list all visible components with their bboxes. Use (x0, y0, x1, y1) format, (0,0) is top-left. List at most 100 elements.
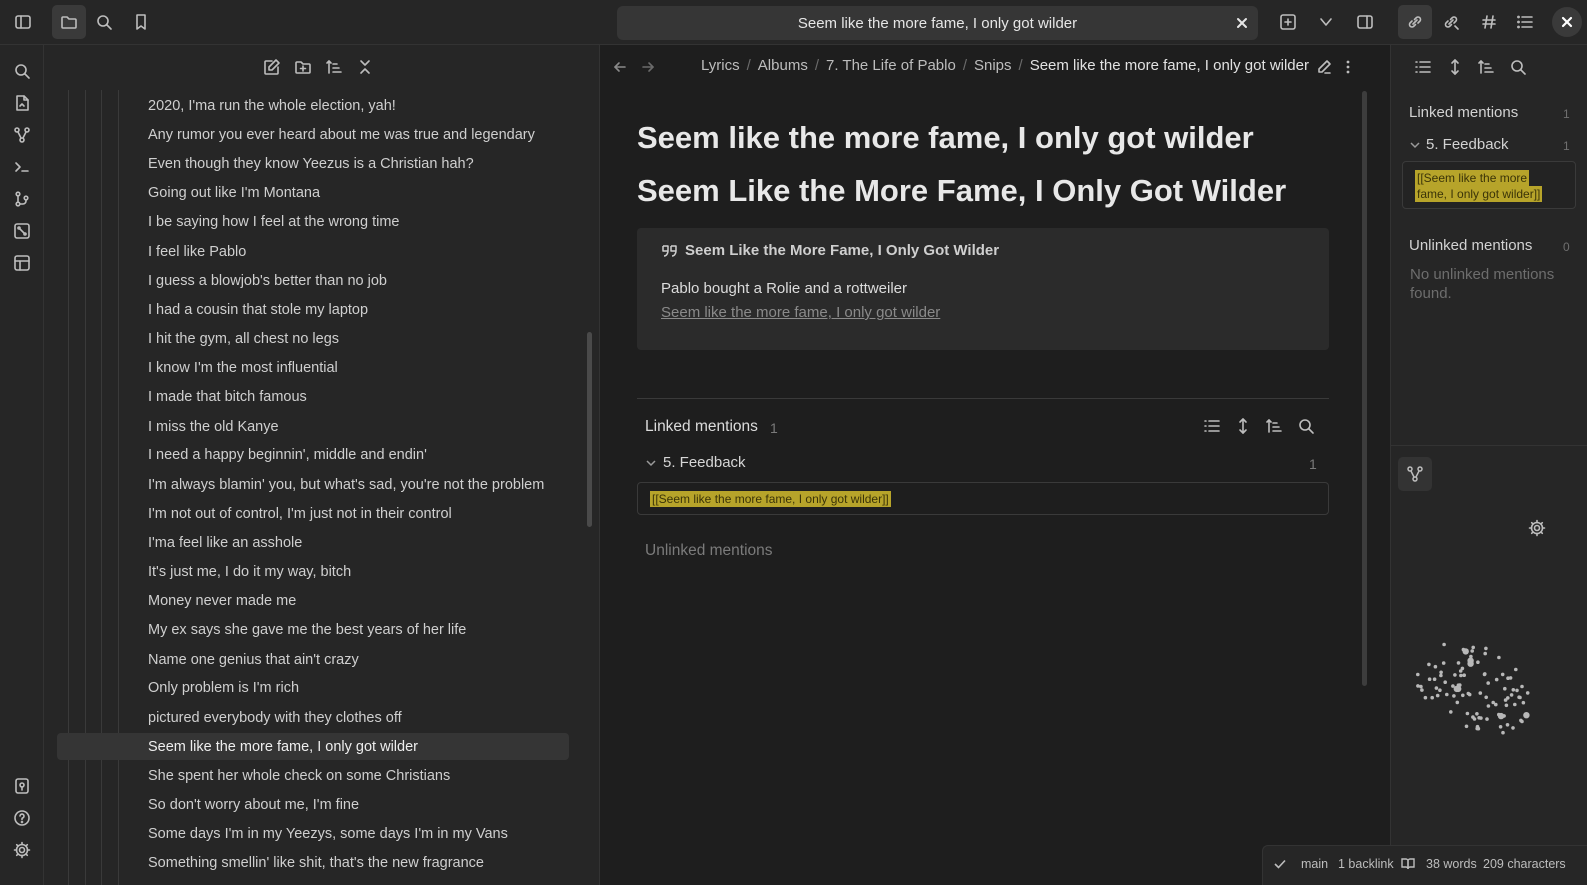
chevron-down-icon[interactable] (1311, 7, 1341, 37)
graph-node[interactable] (1453, 673, 1457, 677)
help-icon[interactable] (7, 803, 37, 833)
file-item[interactable]: Some days I'm in my Yeezys, some days I'… (57, 820, 569, 847)
forward-arrow-icon[interactable] (634, 53, 662, 81)
graph-node[interactable] (1484, 646, 1488, 651)
back-arrow-icon[interactable] (606, 53, 634, 81)
graph-node[interactable] (1483, 672, 1487, 676)
graph-node[interactable] (1506, 696, 1510, 700)
graph-node[interactable] (1451, 684, 1455, 688)
chevron-down-icon[interactable] (1409, 139, 1421, 151)
unlinked-mentions-title[interactable]: Unlinked mentions (645, 542, 773, 560)
file-item[interactable]: Only problem is I'm rich (57, 674, 569, 701)
file-item[interactable]: Money never made me (57, 587, 569, 614)
graph-node[interactable] (1508, 676, 1513, 680)
graph-node[interactable] (1518, 695, 1522, 700)
graph-node[interactable] (1501, 730, 1505, 735)
backlink-group[interactable]: 5. Feedback (1409, 136, 1509, 153)
graph-node[interactable] (1462, 673, 1466, 677)
quote-callout[interactable]: Seem Like the More Fame, I Only Got Wild… (637, 228, 1329, 350)
graph-node[interactable] (1459, 673, 1463, 678)
graph-node[interactable] (1503, 686, 1507, 691)
open-note-icon[interactable] (7, 88, 37, 118)
right-sidebar-toggle-icon[interactable] (1350, 7, 1380, 37)
reading-book-icon[interactable] (1400, 856, 1416, 872)
search-icon[interactable] (89, 7, 119, 37)
graph-node[interactable] (1514, 667, 1518, 672)
backlink-count[interactable]: 1 backlink (1338, 857, 1394, 871)
graph-node[interactable] (1461, 693, 1465, 698)
file-item[interactable]: I feel like Pablo (57, 238, 569, 265)
word-count[interactable]: 38 words (1426, 857, 1477, 871)
linked-mentions-title[interactable]: Linked mentions (1409, 104, 1518, 121)
graph-node[interactable] (1485, 717, 1489, 721)
graph-node[interactable] (1513, 702, 1517, 707)
expand-vertical-icon[interactable] (1231, 413, 1255, 439)
file-item[interactable]: I made that bitch famous (57, 383, 569, 410)
note-heading[interactable]: Seem Like the More Fame, I Only Got Wild… (637, 173, 1286, 209)
file-item[interactable]: So don't worry about me, I'm fine (57, 791, 569, 818)
graph-node[interactable] (1504, 703, 1509, 708)
graph-node[interactable] (1442, 642, 1446, 647)
graph-node[interactable] (1471, 645, 1475, 650)
graph-node[interactable] (1455, 685, 1462, 693)
graph-node[interactable] (1520, 684, 1524, 689)
breadcrumb-item[interactable]: Albums (758, 57, 808, 74)
graph-node[interactable] (1460, 666, 1465, 671)
graph-node[interactable] (1430, 695, 1434, 700)
mention-context[interactable]: [[Seem like the more fame, I only got wi… (1402, 161, 1576, 209)
search-icon[interactable] (1504, 53, 1532, 81)
outgoing-links-icon[interactable] (1436, 7, 1466, 37)
graph-node[interactable] (1416, 672, 1420, 677)
breadcrumb-item[interactable]: Lyrics (701, 57, 740, 74)
graph-node[interactable] (1432, 677, 1437, 681)
graph-node[interactable] (1462, 648, 1469, 655)
file-item[interactable]: I'm not out of control, I'm just not in … (57, 500, 569, 527)
graph-node[interactable] (1455, 700, 1460, 705)
git-branch[interactable]: main (1301, 857, 1328, 871)
graph-node[interactable] (1521, 700, 1526, 705)
outline-icon[interactable] (1510, 7, 1540, 37)
graph-node[interactable] (1466, 691, 1471, 696)
checkmark-icon[interactable] (1272, 856, 1288, 872)
file-item[interactable]: I know I'm the most influential (57, 354, 569, 381)
tags-icon[interactable] (1474, 7, 1504, 37)
graph-node[interactable] (1427, 677, 1432, 681)
close-window-icon[interactable] (1552, 7, 1582, 37)
graph-node[interactable] (1509, 693, 1514, 697)
backlinks-icon[interactable] (1398, 5, 1432, 39)
graph-node[interactable] (1494, 702, 1498, 707)
files-folder-icon[interactable] (52, 5, 86, 39)
graph-node[interactable] (1497, 712, 1501, 717)
file-item[interactable]: I hit the gym, all chest no legs (57, 325, 569, 352)
graph-node[interactable] (1500, 672, 1505, 677)
callout-source-link[interactable]: Seem like the more fame, I only got wild… (661, 304, 940, 321)
graph-settings-gear-icon[interactable] (1524, 515, 1550, 541)
graph-node[interactable] (1478, 691, 1483, 695)
graph-node[interactable] (1469, 654, 1473, 659)
graph-node[interactable] (1486, 681, 1490, 685)
graph-node[interactable] (1435, 693, 1440, 698)
graph-node[interactable] (1420, 688, 1424, 692)
active-tab[interactable]: Seem like the more fame, I only got wild… (617, 6, 1258, 40)
file-item[interactable]: I need a happy beginnin', middle and end… (57, 441, 569, 468)
file-item[interactable]: I guess a blowjob's better than no job (57, 267, 569, 294)
graph-node[interactable] (1434, 686, 1439, 690)
file-item[interactable]: My ex says she gave me the best years of… (57, 616, 569, 643)
bookmark-icon[interactable] (126, 7, 156, 37)
close-icon[interactable] (1234, 15, 1250, 31)
edit-pencil-icon[interactable] (1310, 53, 1338, 81)
graph-node[interactable] (1498, 725, 1503, 729)
vault-switch-icon[interactable] (7, 771, 37, 801)
quick-switch-icon[interactable] (7, 56, 37, 86)
graph-node[interactable] (1483, 651, 1487, 656)
file-item[interactable]: Name one genius that ain't crazy (57, 646, 569, 673)
file-item[interactable]: pictured everybody with they clothes off (57, 704, 569, 731)
graph-node[interactable] (1484, 695, 1488, 700)
terminal-icon[interactable] (7, 152, 37, 182)
graph-node[interactable] (1486, 704, 1491, 708)
breadcrumb-current[interactable]: Seem like the more fame, I only got wild… (1030, 57, 1309, 74)
graph-node[interactable] (1464, 724, 1469, 729)
list-view-icon[interactable] (1409, 53, 1437, 81)
breadcrumb-item[interactable]: Snips (974, 57, 1012, 74)
file-item[interactable]: It's just me, I do it my way, bitch (57, 558, 569, 585)
